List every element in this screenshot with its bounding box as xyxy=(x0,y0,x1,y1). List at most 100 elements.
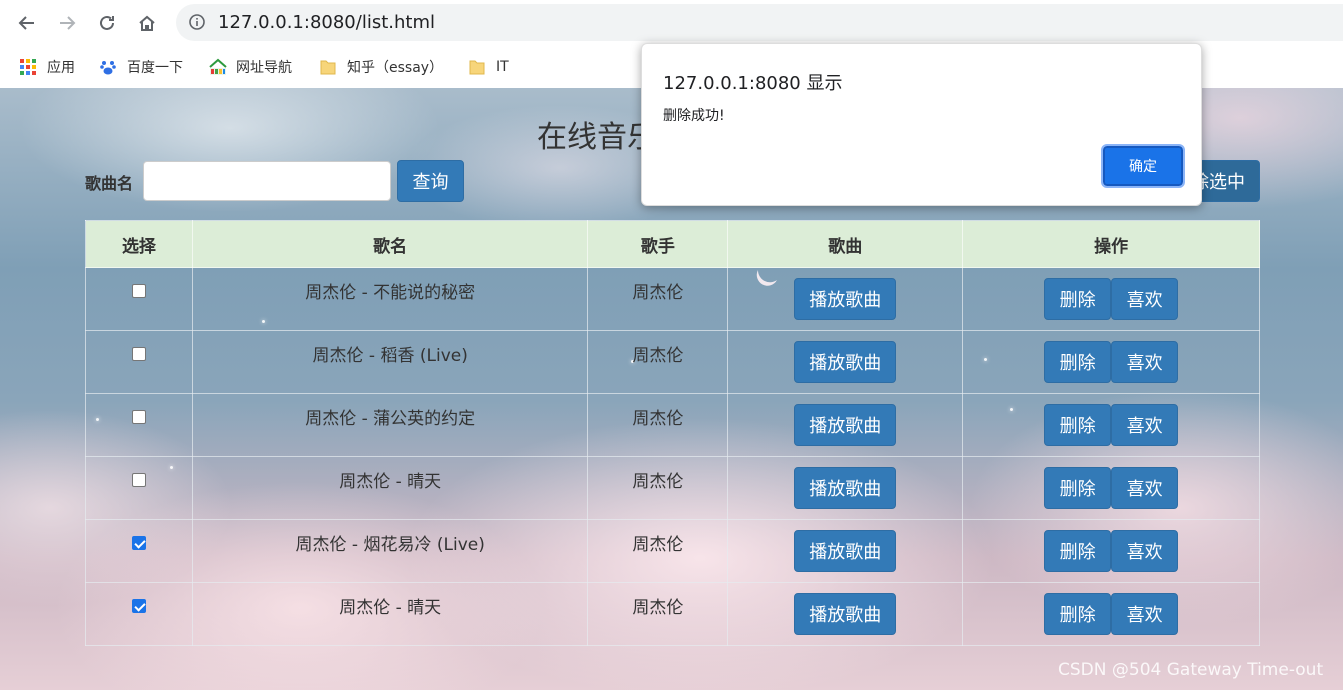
delete-button[interactable]: 删除 xyxy=(1044,467,1112,509)
play-song-button[interactable]: 播放歌曲 xyxy=(794,593,897,635)
select-cell xyxy=(85,456,193,520)
like-button[interactable]: 喜欢 xyxy=(1111,404,1179,446)
actions-cell: 删除 喜欢 xyxy=(962,267,1260,331)
actions-cell: 删除 喜欢 xyxy=(962,582,1260,646)
select-cell xyxy=(85,519,193,583)
like-button[interactable]: 喜欢 xyxy=(1111,530,1179,572)
actions-cell: 删除 喜欢 xyxy=(962,330,1260,394)
select-cell xyxy=(85,330,193,394)
info-icon[interactable] xyxy=(188,13,206,31)
song-name-input[interactable] xyxy=(143,161,391,201)
arrow-right-icon xyxy=(60,16,76,30)
song-title-cell: 周杰伦 - 不能说的秘密 xyxy=(191,267,589,331)
dialog-title: 127.0.0.1:8080 显示 xyxy=(663,73,843,94)
bookmark-baidu[interactable]: 百度一下 xyxy=(99,56,183,78)
2345-logo-icon xyxy=(208,58,227,76)
bookmark-apps[interactable]: 应用 xyxy=(19,56,75,78)
like-button[interactable]: 喜欢 xyxy=(1111,278,1179,320)
play-song-button[interactable]: 播放歌曲 xyxy=(794,467,897,509)
folder-icon xyxy=(319,58,337,76)
bookmark-zhihu-folder[interactable]: 知乎（essay） xyxy=(319,56,443,78)
row-checkbox[interactable] xyxy=(131,347,146,361)
folder-icon xyxy=(468,58,486,76)
reload-button[interactable] xyxy=(92,8,122,38)
column-header-actions: 操作 xyxy=(962,220,1260,268)
row-checkbox[interactable] xyxy=(131,284,146,298)
dialog-message: 删除成功! xyxy=(663,108,725,124)
arrow-left-icon xyxy=(18,16,34,30)
home-button[interactable] xyxy=(132,8,162,38)
play-cell: 播放歌曲 xyxy=(727,330,964,394)
address-bar[interactable]: 127.0.0.1:8080/list.html xyxy=(176,4,1343,41)
play-song-button[interactable]: 播放歌曲 xyxy=(794,404,897,446)
bookmark-label: 网址导航 xyxy=(236,60,292,76)
back-button[interactable] xyxy=(12,8,42,38)
select-cell xyxy=(85,393,193,457)
song-title-cell: 周杰伦 - 晴天 xyxy=(191,456,589,520)
search-button[interactable]: 查询 xyxy=(397,160,464,202)
forward-button[interactable] xyxy=(52,8,82,38)
reload-icon xyxy=(100,15,114,30)
play-cell: 播放歌曲 xyxy=(727,393,964,457)
play-cell: 播放歌曲 xyxy=(727,456,964,520)
row-checkbox[interactable] xyxy=(131,473,146,487)
table-row: 周杰伦 - 晴天 周杰伦 播放歌曲 删除 喜欢 xyxy=(85,456,1260,520)
song-title-cell: 周杰伦 - 晴天 xyxy=(191,582,589,646)
like-button[interactable]: 喜欢 xyxy=(1111,593,1179,635)
actions-cell: 删除 喜欢 xyxy=(962,456,1260,520)
singer-cell: 周杰伦 xyxy=(587,582,729,646)
dialog-ok-button[interactable]: 确定 xyxy=(1101,144,1185,188)
actions-cell: 删除 喜欢 xyxy=(962,519,1260,583)
delete-button[interactable]: 删除 xyxy=(1044,341,1112,383)
delete-button[interactable]: 删除 xyxy=(1044,530,1112,572)
play-cell: 播放歌曲 xyxy=(727,519,964,583)
like-button[interactable]: 喜欢 xyxy=(1111,341,1179,383)
bookmark-it-folder[interactable]: IT xyxy=(468,56,509,78)
page-title: 在线音乐 xyxy=(537,120,657,155)
delete-button[interactable]: 删除 xyxy=(1044,278,1112,320)
bookmark-2345[interactable]: 网址导航 xyxy=(208,56,292,78)
play-song-button[interactable]: 播放歌曲 xyxy=(794,341,897,383)
table-row: 周杰伦 - 晴天 周杰伦 播放歌曲 删除 喜欢 xyxy=(85,582,1260,646)
delete-button[interactable]: 删除 xyxy=(1044,593,1112,635)
singer-cell: 周杰伦 xyxy=(587,393,729,457)
bookmark-label: 应用 xyxy=(47,60,75,76)
play-cell: 播放歌曲 xyxy=(727,582,964,646)
column-header-song: 歌曲 xyxy=(727,220,964,268)
song-table: 选择 歌名 歌手 歌曲 操作 周杰伦 - 不能说的秘密 周杰伦 播放歌曲 删除 喜欢 周杰… xyxy=(85,220,1260,646)
table-row: 周杰伦 - 不能说的秘密 周杰伦 播放歌曲 删除 喜欢 xyxy=(85,267,1260,331)
browser-toolbar: 127.0.0.1:8080/list.html xyxy=(0,0,1343,45)
baidu-paw-icon xyxy=(99,58,117,76)
select-cell xyxy=(85,267,193,331)
table-row: 周杰伦 - 烟花易冷 (Live) 周杰伦 播放歌曲 删除 喜欢 xyxy=(85,519,1260,583)
row-checkbox[interactable] xyxy=(131,536,146,550)
actions-cell: 删除 喜欢 xyxy=(962,393,1260,457)
play-song-button[interactable]: 播放歌曲 xyxy=(794,530,897,572)
row-checkbox[interactable] xyxy=(131,599,146,613)
song-title-cell: 周杰伦 - 蒲公英的约定 xyxy=(191,393,589,457)
table-header-row: 选择 歌名 歌手 歌曲 操作 xyxy=(85,220,1260,268)
singer-cell: 周杰伦 xyxy=(587,330,729,394)
bookmark-label: 知乎（essay） xyxy=(347,60,444,76)
home-icon xyxy=(139,15,155,31)
song-title-cell: 周杰伦 - 稻香 (Live) xyxy=(191,330,589,394)
watermark: CSDN @504 Gateway Time-out xyxy=(1058,660,1324,680)
delete-button[interactable]: 删除 xyxy=(1044,404,1112,446)
singer-cell: 周杰伦 xyxy=(587,519,729,583)
table-row: 周杰伦 - 蒲公英的约定 周杰伦 播放歌曲 删除 喜欢 xyxy=(85,393,1260,457)
column-header-title: 歌名 xyxy=(191,220,589,268)
search-label: 歌曲名 xyxy=(85,174,134,193)
bookmark-label: 百度一下 xyxy=(127,60,183,76)
table-row: 周杰伦 - 稻香 (Live) 周杰伦 播放歌曲 删除 喜欢 xyxy=(85,330,1260,394)
play-cell: 播放歌曲 xyxy=(727,267,964,331)
column-header-select: 选择 xyxy=(85,220,193,268)
row-checkbox[interactable] xyxy=(131,410,146,424)
bookmark-label: IT xyxy=(496,59,509,75)
url-text: 127.0.0.1:8080/list.html xyxy=(218,12,435,33)
alert-dialog: 127.0.0.1:8080 显示 删除成功! 确定 xyxy=(641,43,1202,206)
singer-cell: 周杰伦 xyxy=(587,267,729,331)
like-button[interactable]: 喜欢 xyxy=(1111,467,1179,509)
column-header-singer: 歌手 xyxy=(587,220,729,268)
play-song-button[interactable]: 播放歌曲 xyxy=(794,278,897,320)
apps-grid-icon xyxy=(19,58,37,76)
